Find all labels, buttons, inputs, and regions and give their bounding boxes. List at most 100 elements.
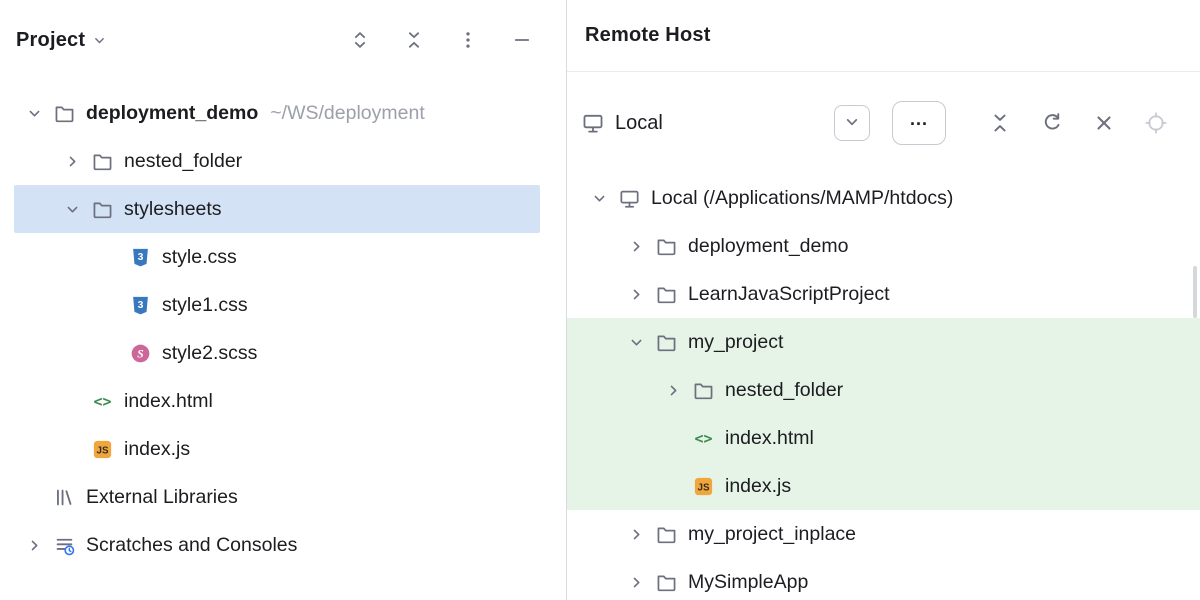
folder-icon (654, 282, 678, 306)
scratches-icon (52, 533, 76, 557)
remote-host-toolbar-actions (986, 109, 1170, 137)
tree-label: index.html (725, 427, 814, 450)
tree-label: my_project (688, 331, 783, 354)
svg-text:3: 3 (137, 299, 143, 310)
chevron-right-icon[interactable] (655, 381, 691, 400)
chevron-right-icon[interactable] (618, 285, 654, 304)
chevron-down-icon[interactable] (16, 104, 52, 123)
chevron-down-icon[interactable] (54, 200, 90, 219)
library-icon (52, 485, 76, 509)
tree-label: style1.css (162, 294, 248, 317)
svg-text:<>: <> (694, 429, 712, 447)
tree-row-stylesheets[interactable]: stylesheets (0, 185, 566, 233)
browse-servers-button[interactable]: ... (892, 101, 946, 145)
js-icon: JS (90, 437, 114, 461)
remote-host-tree: Local (/Applications/MAMP/htdocs) deploym… (567, 174, 1200, 600)
folder-icon (654, 330, 678, 354)
svg-text:<>: <> (93, 392, 111, 410)
tree-row-index-html[interactable]: <> index.html (0, 377, 566, 425)
server-selector-label[interactable]: Local (615, 112, 663, 135)
tree-label: External Libraries (86, 486, 238, 509)
tree-label: LearnJavaScriptProject (688, 283, 890, 306)
remote-host-panel: Remote Host Local ... Local (/Applicatio… (567, 0, 1200, 600)
project-view-switcher[interactable]: Project (16, 29, 108, 52)
scss-icon: S (128, 341, 152, 365)
tree-row-scratches-and-consoles[interactable]: Scratches and Consoles (0, 521, 566, 569)
css-icon: 3 (128, 245, 152, 269)
chevron-down-icon[interactable] (618, 333, 654, 352)
tree-row-my-project-inplace[interactable]: my_project_inplace (567, 510, 1200, 558)
tree-row-deployment-demo[interactable]: deployment_demo ~/WS/deployment (0, 89, 566, 137)
folder-icon (654, 522, 678, 546)
folder-icon (691, 378, 715, 402)
folder-icon (654, 570, 678, 594)
tree-label: style2.scss (162, 342, 257, 365)
svg-text:JS: JS (697, 482, 709, 493)
tree-label: MySimpleApp (688, 571, 808, 594)
path-hint: ~/WS/deployment (270, 102, 424, 125)
svg-text:JS: JS (96, 445, 108, 456)
collapse-all-button[interactable] (986, 109, 1014, 137)
hide-button[interactable] (510, 28, 534, 52)
tree-label: nested_folder (124, 150, 242, 173)
tree-label: index.js (725, 475, 791, 498)
server-dropdown-button[interactable] (834, 105, 870, 141)
tree-label: index.js (124, 438, 190, 461)
chevron-right-icon[interactable] (618, 237, 654, 256)
chevron-right-icon[interactable] (618, 573, 654, 592)
ide-window: Project deployment_demo ~/WS/deployment ne… (0, 0, 1200, 600)
tree-row-external-libraries[interactable]: External Libraries (0, 473, 566, 521)
tree-label: deployment_demo (688, 235, 848, 258)
project-tree: deployment_demo ~/WS/deployment nested_fol… (0, 89, 566, 600)
collapse-all-button[interactable] (402, 28, 426, 52)
tree-row-local-applications-mamp-htdocs[interactable]: Local (/Applications/MAMP/htdocs) (567, 174, 1200, 222)
tree-row-learnjavascriptproject[interactable]: LearnJavaScriptProject (567, 270, 1200, 318)
project-title: Project (16, 29, 85, 52)
more-vertical-button[interactable] (456, 28, 480, 52)
tree-label: Local (/Applications/MAMP/htdocs) (651, 187, 953, 210)
html-icon: <> (691, 426, 715, 450)
folder-icon (90, 149, 114, 173)
tree-row-index-js[interactable]: JS index.js (567, 462, 1200, 510)
tree-row-style-css[interactable]: 3 style.css (0, 233, 566, 281)
css-icon: 3 (128, 293, 152, 317)
tree-label: nested_folder (725, 379, 843, 402)
tree-row-style2-scss[interactable]: Sstyle2.scss (0, 329, 566, 377)
chevron-down-icon (842, 112, 862, 135)
chevron-right-icon[interactable] (618, 525, 654, 544)
refresh-button[interactable] (1038, 109, 1066, 137)
remote-host-title: Remote Host (585, 24, 711, 47)
svg-text:3: 3 (137, 251, 143, 262)
svg-text:S: S (137, 348, 143, 360)
tree-row-style1-css[interactable]: 3 style1.css (0, 281, 566, 329)
expand-all-button[interactable] (348, 28, 372, 52)
html-icon: <> (90, 389, 114, 413)
tree-row-deployment-demo[interactable]: deployment_demo (567, 222, 1200, 270)
tree-row-my-project[interactable]: my_project (567, 318, 1200, 366)
tree-label: stylesheets (124, 198, 222, 221)
js-icon: JS (691, 474, 715, 498)
tree-label: index.html (124, 390, 213, 413)
scrollbar-thumb[interactable] (1193, 266, 1197, 318)
chevron-right-icon[interactable] (16, 536, 52, 555)
tree-label: style.css (162, 246, 237, 269)
target-button[interactable] (1142, 109, 1170, 137)
remote-host-toolbar: Local ... (567, 72, 1200, 174)
chevron-right-icon[interactable] (54, 152, 90, 171)
tree-row-nested-folder[interactable]: nested_folder (0, 137, 566, 185)
server-icon (581, 111, 605, 135)
chevron-down-icon (91, 32, 108, 49)
tree-label: my_project_inplace (688, 523, 856, 546)
chevron-down-icon[interactable] (581, 189, 617, 208)
tree-row-nested-folder[interactable]: nested_folder (567, 366, 1200, 414)
project-header-actions (348, 28, 534, 52)
tree-row-mysimpleapp[interactable]: MySimpleApp (567, 558, 1200, 600)
folder-icon (654, 234, 678, 258)
tree-label: deployment_demo (86, 102, 258, 125)
tree-row-index-js[interactable]: JS index.js (0, 425, 566, 473)
tree-row-index-html[interactable]: <> index.html (567, 414, 1200, 462)
close-button[interactable] (1090, 109, 1118, 137)
tree-label: Scratches and Consoles (86, 534, 297, 557)
project-header: Project (0, 0, 566, 80)
server-icon (617, 186, 641, 210)
